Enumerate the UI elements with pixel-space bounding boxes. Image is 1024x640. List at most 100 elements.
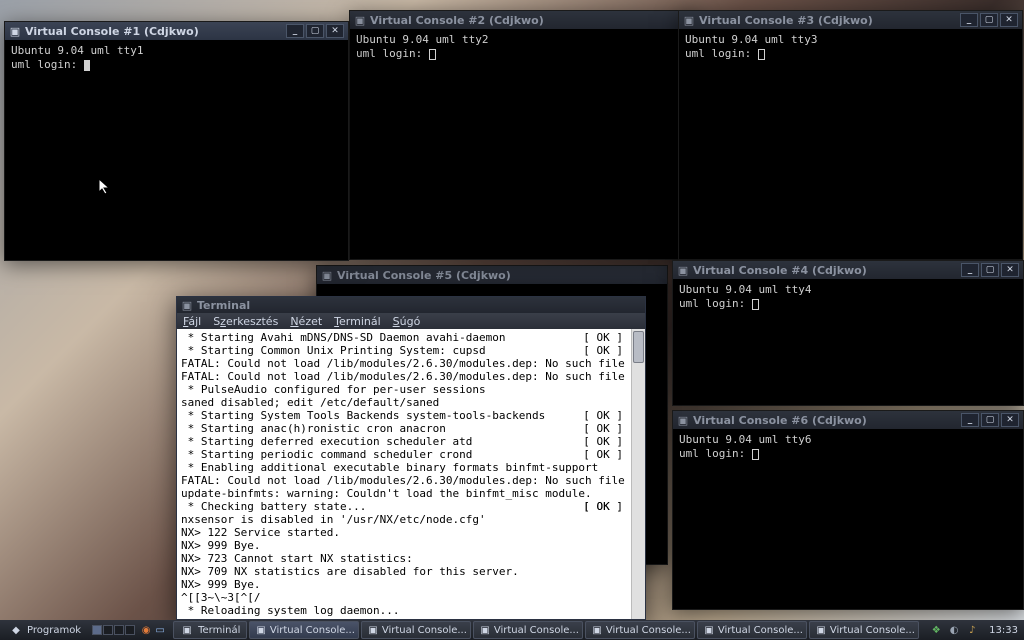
close-button[interactable]: ✕ (1000, 13, 1018, 27)
titlebar-vc4[interactable]: ▣ Virtual Console #4 (Cdjkwo) _ ▢ ✕ (673, 261, 1023, 279)
terminal-body-vc4[interactable]: Ubuntu 9.04 uml tty4 uml login: (673, 279, 1023, 405)
taskbar-task[interactable]: ▣Virtual Console... (697, 621, 807, 639)
title-terminal: Terminal (197, 299, 641, 312)
titlebar-vc3[interactable]: ▣ Virtual Console #3 (Cdjkwo) _ ▢ ✕ (679, 11, 1022, 29)
tray-icon-1[interactable]: ❖ (929, 623, 943, 637)
minimize-button[interactable]: _ (286, 24, 304, 38)
terminal-output[interactable]: * Starting Avahi mDNS/DNS-SD Daemon avah… (177, 329, 631, 619)
task-icon: ▣ (480, 623, 489, 637)
menu-edit[interactable]: Szerkesztés (213, 315, 278, 328)
login-prompt: uml login: (679, 297, 752, 310)
task-icon: ▣ (256, 623, 265, 637)
menu-help[interactable]: Súgó (393, 315, 421, 328)
status-ok: [ OK ] (583, 435, 623, 448)
taskbar-task[interactable]: ▣ Virtual Console... (809, 621, 919, 639)
titlebar-vc6[interactable]: ▣ Virtual Console #6 (Cdjkwo) _ ▢ ✕ (673, 411, 1023, 429)
terminal-line: ^[[3~\~3[^[/ (181, 591, 627, 604)
status-ok: [ OK ] (583, 409, 623, 422)
window-vc2[interactable]: ▣ Virtual Console #2 (Cdjkwo) Ubuntu 9.0… (349, 10, 697, 260)
workspace-switcher[interactable] (92, 625, 135, 635)
taskbar-task[interactable]: ▣ Virtual Console... (473, 621, 583, 639)
title-vc4: Virtual Console #4 (Cdjkwo) (693, 264, 961, 277)
menu-view[interactable]: Nézet (290, 315, 322, 328)
title-vc3: Virtual Console #3 (Cdjkwo) (699, 14, 960, 27)
window-vc1[interactable]: ▣ Virtual Console #1 (Cdjkwo) _ ▢ ✕ Ubun… (4, 21, 349, 261)
start-menu[interactable]: ◆ Programok (2, 621, 88, 639)
menu-file[interactable]: FFájlájl (183, 315, 201, 328)
task-icon: ▣ (592, 623, 601, 637)
taskbar-task[interactable]: ▣Virtual Console... (249, 621, 359, 639)
terminal-body-vc1[interactable]: Ubuntu 9.04 uml tty1 uml login: (5, 40, 348, 260)
maximize-button[interactable]: ▢ (981, 263, 999, 277)
tray-icon-3[interactable]: ♪ (965, 623, 979, 637)
terminal-icon: ▣ (677, 414, 689, 426)
apps-icon: ◆ (9, 623, 23, 637)
workspace-2[interactable] (103, 625, 113, 635)
task-label: Virtual Console... (830, 625, 915, 636)
title-vc6: Virtual Console #6 (Cdjkwo) (693, 414, 961, 427)
window-buttons: _ ▢ ✕ (286, 24, 344, 38)
task-label: Virtual Console... (494, 625, 579, 636)
title-vc2: Virtual Console #2 (Cdjkwo) (370, 14, 692, 27)
terminal-icon: ▣ (9, 25, 21, 37)
desktop-icon[interactable]: ▭ (153, 623, 167, 637)
terminal-line: * Starting System Tools Backends system-… (181, 409, 627, 422)
task-icon: ▣ (368, 623, 377, 637)
login-prompt: uml login: (679, 447, 752, 460)
taskbar-task[interactable]: ▣Virtual Console... (361, 621, 471, 639)
titlebar-terminal[interactable]: ▣ Terminal (177, 297, 645, 313)
cursor (84, 60, 90, 71)
terminal-icon: ▣ (354, 14, 366, 26)
terminal-body-vc2[interactable]: Ubuntu 9.04 uml tty2 uml login: (350, 29, 696, 259)
close-button[interactable]: ✕ (1001, 263, 1019, 277)
taskbar-task[interactable]: ▣Virtual Console... (585, 621, 695, 639)
minimize-button[interactable]: _ (960, 13, 978, 27)
minimize-button[interactable]: _ (961, 263, 979, 277)
minimize-button[interactable]: _ (961, 413, 979, 427)
terminal-body-vc6[interactable]: Ubuntu 9.04 uml tty6 uml login: (673, 429, 1023, 609)
terminal-line: * Enabling additional executable binary … (181, 461, 627, 474)
titlebar-vc1[interactable]: ▣ Virtual Console #1 (Cdjkwo) _ ▢ ✕ (5, 22, 348, 40)
clock[interactable]: 13:33 (989, 625, 1018, 636)
system-tray: ❖ ◐ ♪ 13:33 (929, 623, 1022, 637)
workspace-4[interactable] (125, 625, 135, 635)
menu-terminal[interactable]: Terminál (334, 315, 381, 328)
window-terminal[interactable]: ▣ Terminal FFájlájl Szerkesztés Nézet Te… (176, 296, 646, 620)
cursor (752, 449, 759, 460)
task-icon: ▣ (816, 623, 825, 637)
terminal-line: FATAL: Could not load /lib/modules/2.6.3… (181, 370, 627, 383)
titlebar-vc5[interactable]: ▣ Virtual Console #5 (Cdjkwo) (317, 266, 667, 284)
terminal-line: FATAL: Could not load /lib/modules/2.6.3… (181, 357, 627, 370)
terminal-content: * Starting Avahi mDNS/DNS-SD Daemon avah… (177, 329, 645, 619)
terminal-line: update-binfmts: warning: Couldn't load t… (181, 487, 627, 500)
maximize-button[interactable]: ▢ (981, 413, 999, 427)
close-button[interactable]: ✕ (326, 24, 344, 38)
banner-text: Ubuntu 9.04 uml tty1 (11, 44, 143, 57)
terminal-line: FATAL: Could not load /lib/modules/2.6.3… (181, 474, 627, 487)
status-ok: [ OK ] (583, 500, 623, 513)
terminal-line: * Starting Common Unix Printing System: … (181, 344, 627, 357)
window-vc3[interactable]: ▣ Virtual Console #3 (Cdjkwo) _ ▢ ✕ Ubun… (678, 10, 1023, 260)
maximize-button[interactable]: ▢ (980, 13, 998, 27)
firefox-icon[interactable]: ◉ (139, 623, 153, 637)
maximize-button[interactable]: ▢ (306, 24, 324, 38)
terminal-line: * Starting periodic command scheduler cr… (181, 448, 627, 461)
tray-icon-2[interactable]: ◐ (947, 623, 961, 637)
scrollbar-thumb[interactable] (633, 331, 644, 363)
banner-text: Ubuntu 9.04 uml tty4 (679, 283, 811, 296)
workspace-3[interactable] (114, 625, 124, 635)
terminal-line: * Starting anac(h)ronistic cron anacron[… (181, 422, 627, 435)
cursor (429, 49, 436, 60)
status-ok: [ OK ] (583, 344, 623, 357)
status-ok: [ OK ] (583, 448, 623, 461)
workspace-1[interactable] (92, 625, 102, 635)
cursor (758, 49, 765, 60)
titlebar-vc2[interactable]: ▣ Virtual Console #2 (Cdjkwo) (350, 11, 696, 29)
terminal-icon: ▣ (683, 14, 695, 26)
close-button[interactable]: ✕ (1001, 413, 1019, 427)
scrollbar[interactable] (631, 329, 645, 619)
window-vc4[interactable]: ▣ Virtual Console #4 (Cdjkwo) _ ▢ ✕ Ubun… (672, 260, 1024, 406)
window-vc6[interactable]: ▣ Virtual Console #6 (Cdjkwo) _ ▢ ✕ Ubun… (672, 410, 1024, 610)
terminal-body-vc3[interactable]: Ubuntu 9.04 uml tty3 uml login: (679, 29, 1022, 259)
taskbar-task[interactable]: ▣Terminál (173, 621, 247, 639)
